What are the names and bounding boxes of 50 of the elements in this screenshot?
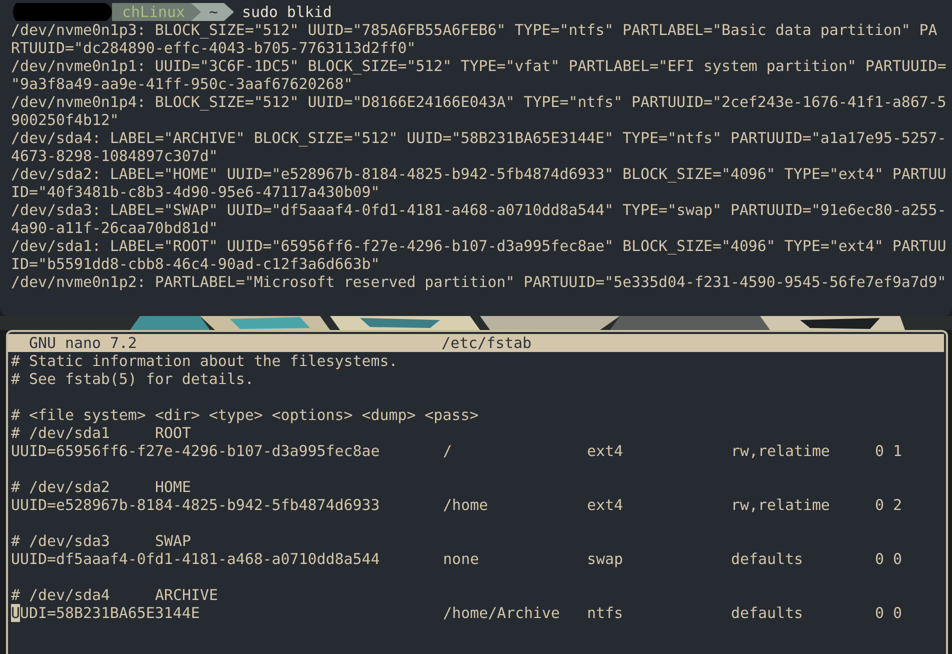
output-line: /dev/sda3: LABEL="SWAP" UUID="df5aaaf4-0fd1-4181-a468-a0710dd8a544" TYPE="swap" PARTUUID="91e6ec80-a255- xyxy=(11,201,946,219)
output-line: /dev/sda1: LABEL="ROOT" UUID="65956ff6-f27e-4296-b107-d3a995fec8ae" BLOCK_SIZE="4096" TYPE="ext4" PARTUU xyxy=(11,237,946,255)
output-line: 4a90-a11f-26caa70bd81d" xyxy=(11,219,218,237)
fstab-field: swap xyxy=(587,550,731,568)
fstab-field: defaults xyxy=(731,550,875,568)
fstab-field: UUID=df5aaaf4-0fd1-4181-a468-a0710dd8a544 xyxy=(11,550,443,568)
command-text: sudo blkid xyxy=(242,3,332,21)
comment-line: # /dev/sda3 xyxy=(11,532,111,550)
fstab-field: none xyxy=(443,550,587,568)
partition-label: HOME xyxy=(155,478,191,496)
editor-version: GNU nano 7.2 xyxy=(29,334,138,352)
fstab-field: 0 0 xyxy=(875,604,902,622)
output-line: 4673-8298-1084897c307d" xyxy=(11,147,218,165)
output-line: /dev/nvme0n1p4: BLOCK_SIZE="512" UUID="D8166E24166E043A" TYPE="ntfs" PARTUUID="2cef243e-1676-41f1-a867-5 xyxy=(11,93,946,111)
output-line: "9a3f8a49-aa9e-41ff-950c-3aaf67620268" xyxy=(11,75,353,93)
comment-line: # /dev/sda2 xyxy=(11,478,111,496)
file-name: /etc/fstab xyxy=(442,334,532,352)
comment-line: # <file system> <dir> <type> <options> <dump> <pass> xyxy=(11,406,479,424)
partition-label: SWAP xyxy=(155,532,191,550)
output-line: ID="b5591dd8-cbb8-46c4-90ad-c12f3a6d663b" xyxy=(11,255,380,273)
fstab-field: /home xyxy=(443,496,587,514)
fstab-field: / xyxy=(443,442,587,460)
fstab-field: 0 1 xyxy=(875,442,902,460)
fstab-field: UUID=e528967b-8184-4825-b942-5fb4874d6933 xyxy=(11,496,443,514)
fstab-field: rw,relatime xyxy=(731,442,875,460)
output-line: /dev/nvme0n1p3: BLOCK_SIZE="512" UUID="785A6FB55A6FEB6" TYPE="ntfs" PARTLABEL="Basic data partition" PA xyxy=(11,21,938,39)
text-cursor: U xyxy=(11,604,20,622)
fstab-field: rw,relatime xyxy=(731,496,875,514)
output-line: /dev/sda2: LABEL="HOME" UUID="e528967b-8184-4825-b942-5fb4874d6933" BLOCK_SIZE="4096" TYPE="ext4" PARTUU xyxy=(11,165,946,183)
fstab-field: 0 2 xyxy=(875,496,902,514)
fstab-field: 0 0 xyxy=(875,550,902,568)
output-line: RTUUID="dc284890-effc-4043-b705-7763113d2ff0" xyxy=(11,39,416,57)
fstab-field: UUDI=58B231BA65E3144E xyxy=(11,604,443,622)
comment-line: # Static information about the filesystems. xyxy=(11,352,398,370)
output-line: ID="40f3481b-c8b3-4d90-95e6-47117a430b09" xyxy=(11,183,380,201)
output-line: 900250f4b12" xyxy=(11,111,119,129)
fstab-field: defaults xyxy=(731,604,875,622)
fstab-field: ntfs xyxy=(587,604,731,622)
fstab-field: ext4 xyxy=(587,496,731,514)
partition-label: ROOT xyxy=(155,424,191,442)
output-line: /dev/sda4: LABEL="ARCHIVE" BLOCK_SIZE="512" UUID="58B231BA65E3144E" TYPE="ntfs" PARTUUID="a1a17e95-5257- xyxy=(11,129,946,147)
output-line: /dev/nvme0n1p2: PARTLABEL="Microsoft reserved partition" PARTUUID="5e335d04-f231-4590-9545-56fe7ef9a7d9" xyxy=(11,273,946,291)
fstab-field: ext4 xyxy=(587,442,731,460)
comment-line: # /dev/sda1 xyxy=(11,424,111,442)
fstab-field: UUID=65956ff6-f27e-4296-b107-d3a995fec8ae xyxy=(11,442,443,460)
comment-line: # See fstab(5) for details. xyxy=(11,370,254,388)
output-line: /dev/nvme0n1p1: UUID="3C6F-1DC5" BLOCK_SIZE="512" TYPE="vfat" PARTLABEL="EFI system partition" PARTUUID= xyxy=(11,57,946,75)
comment-line: # /dev/sda4 xyxy=(11,586,111,604)
fstab-field: /home/Archive xyxy=(443,604,587,622)
partition-label: ARCHIVE xyxy=(155,586,218,604)
